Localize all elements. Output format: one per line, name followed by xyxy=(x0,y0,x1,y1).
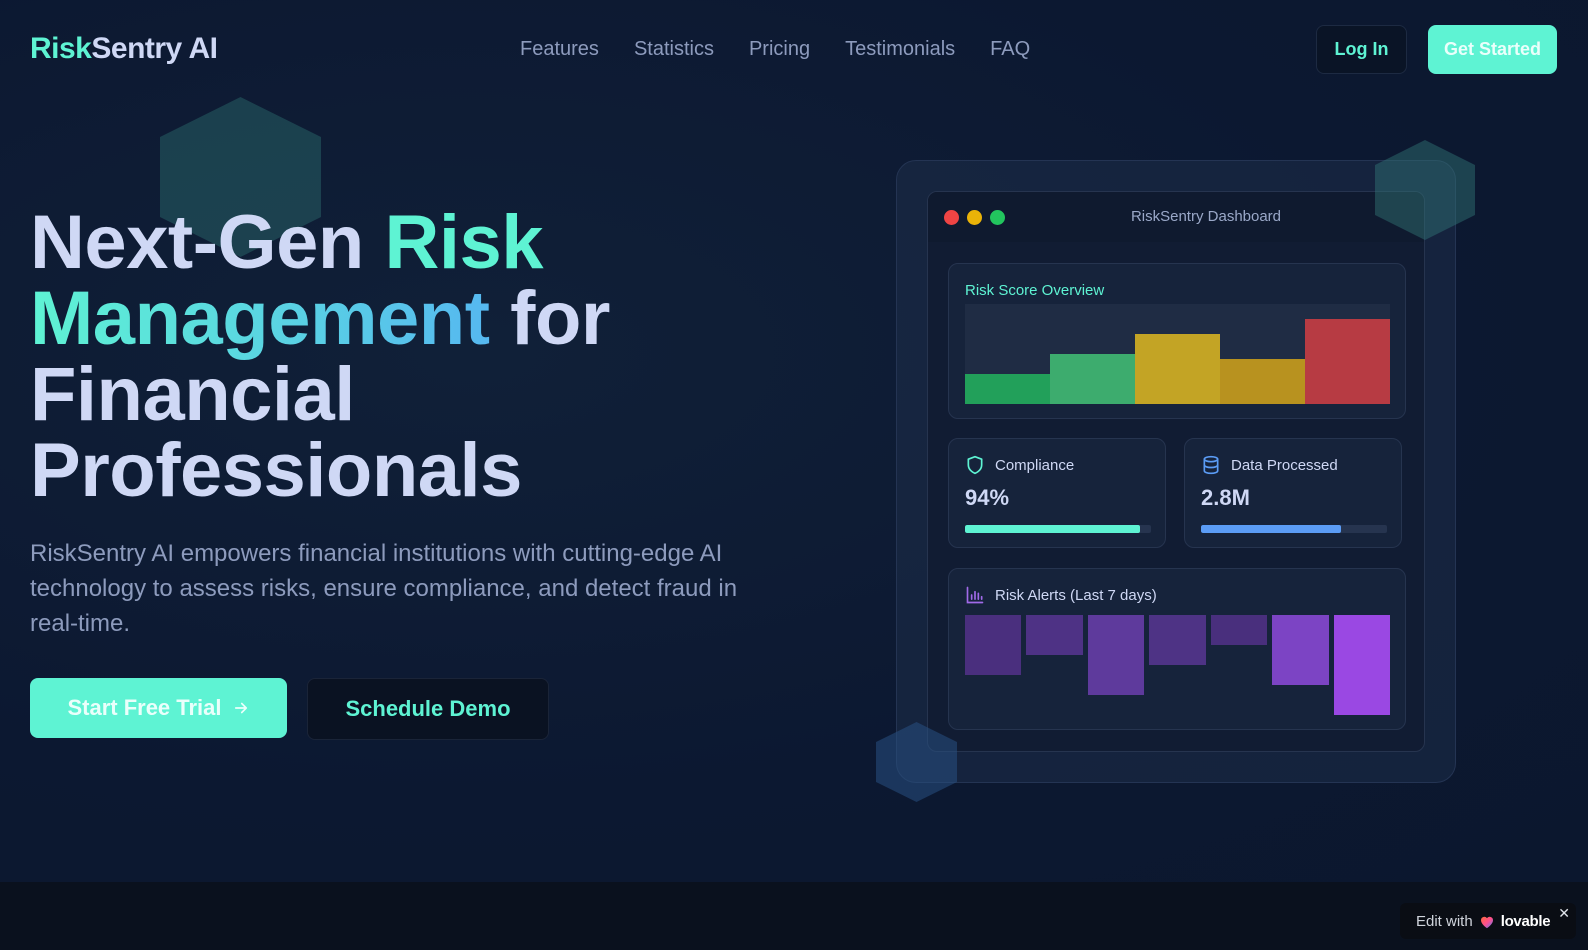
hero-subtitle: RiskSentry AI empowers financial institu… xyxy=(30,540,738,637)
compliance-value: 94% xyxy=(965,485,1010,510)
risk-alert-bar xyxy=(1333,615,1390,715)
arrow-right-icon xyxy=(234,702,247,714)
compliance-label: Compliance xyxy=(995,457,1075,474)
next-section-band xyxy=(0,882,1588,950)
risk-alerts-label: Risk Alerts (Last 7 days) xyxy=(995,587,1157,604)
brand-name-rest: Sentry AI xyxy=(91,32,218,65)
risk-score-bar xyxy=(1305,319,1390,404)
hero-title: Next-Gen Risk Management for Financial P… xyxy=(30,205,790,509)
nav-features[interactable]: Features xyxy=(520,38,599,61)
start-free-trial-button[interactable]: Start Free Trial xyxy=(30,678,287,738)
risk-alerts-card: Risk Alerts (Last 7 days) xyxy=(948,568,1406,730)
risk-score-bar xyxy=(1135,334,1220,404)
risk-score-bar xyxy=(1220,359,1305,404)
risk-alert-bar xyxy=(1026,615,1083,655)
hero-title-part1: Next-Gen xyxy=(30,200,385,285)
nav-pricing[interactable]: Pricing xyxy=(749,38,810,61)
risk-alert-bar xyxy=(1210,615,1268,645)
login-button[interactable]: Log In xyxy=(1316,25,1407,74)
main-nav: Features Statistics Pricing Testimonials… xyxy=(520,38,1030,61)
data-processed-progress xyxy=(1201,525,1387,533)
data-processed-value: 2.8M xyxy=(1201,485,1250,510)
shield-icon xyxy=(967,455,983,475)
compliance-progress xyxy=(965,525,1151,533)
risk-alert-bar xyxy=(1087,615,1145,695)
risk-alert-bar xyxy=(1272,615,1329,685)
schedule-demo-button[interactable]: Schedule Demo xyxy=(307,678,549,740)
hero-title-highlight1: Risk xyxy=(384,200,544,285)
risk-alert-bar xyxy=(1149,615,1206,665)
get-started-button[interactable]: Get Started xyxy=(1428,25,1557,74)
risk-score-bar xyxy=(1050,354,1135,404)
heart-icon xyxy=(1480,916,1493,928)
risk-score-chart xyxy=(965,304,1390,404)
dashboard-window: RiskSentry Dashboard Risk Score Overview… xyxy=(927,191,1425,752)
brand-logo[interactable]: RiskSentry AI xyxy=(30,32,218,66)
badge-prefix: Edit with xyxy=(1416,912,1473,930)
hero-title-highlight2: Management xyxy=(30,276,490,361)
database-icon xyxy=(1203,455,1219,475)
nav-testimonials[interactable]: Testimonials xyxy=(845,38,955,61)
risk-score-label: Risk Score Overview xyxy=(965,282,1105,299)
data-processed-label: Data Processed xyxy=(1231,457,1338,474)
bar-chart-icon xyxy=(966,586,984,604)
start-free-trial-label: Start Free Trial xyxy=(67,695,222,720)
risk-alerts-chart xyxy=(965,615,1390,717)
close-icon[interactable]: ✕ xyxy=(1558,905,1570,922)
data-processed-progress-fill xyxy=(1201,525,1341,533)
compliance-card: Compliance 94% xyxy=(948,438,1166,548)
compliance-progress-fill xyxy=(965,525,1140,533)
data-processed-card: Data Processed 2.8M xyxy=(1184,438,1402,548)
brand-name-accent: Risk xyxy=(30,32,92,65)
risk-score-bar xyxy=(965,374,1050,404)
dashboard-title: RiskSentry Dashboard xyxy=(1130,208,1282,225)
dashboard-titlebar: RiskSentry Dashboard xyxy=(928,192,1424,242)
edit-with-lovable-badge[interactable]: Edit with lovable ✕ xyxy=(1400,903,1576,939)
risk-score-card: Risk Score Overview xyxy=(948,263,1406,419)
nav-faq[interactable]: FAQ xyxy=(990,38,1030,61)
risk-alert-bar xyxy=(965,615,1022,675)
badge-brand: lovable xyxy=(1500,912,1551,930)
nav-statistics[interactable]: Statistics xyxy=(634,38,714,61)
